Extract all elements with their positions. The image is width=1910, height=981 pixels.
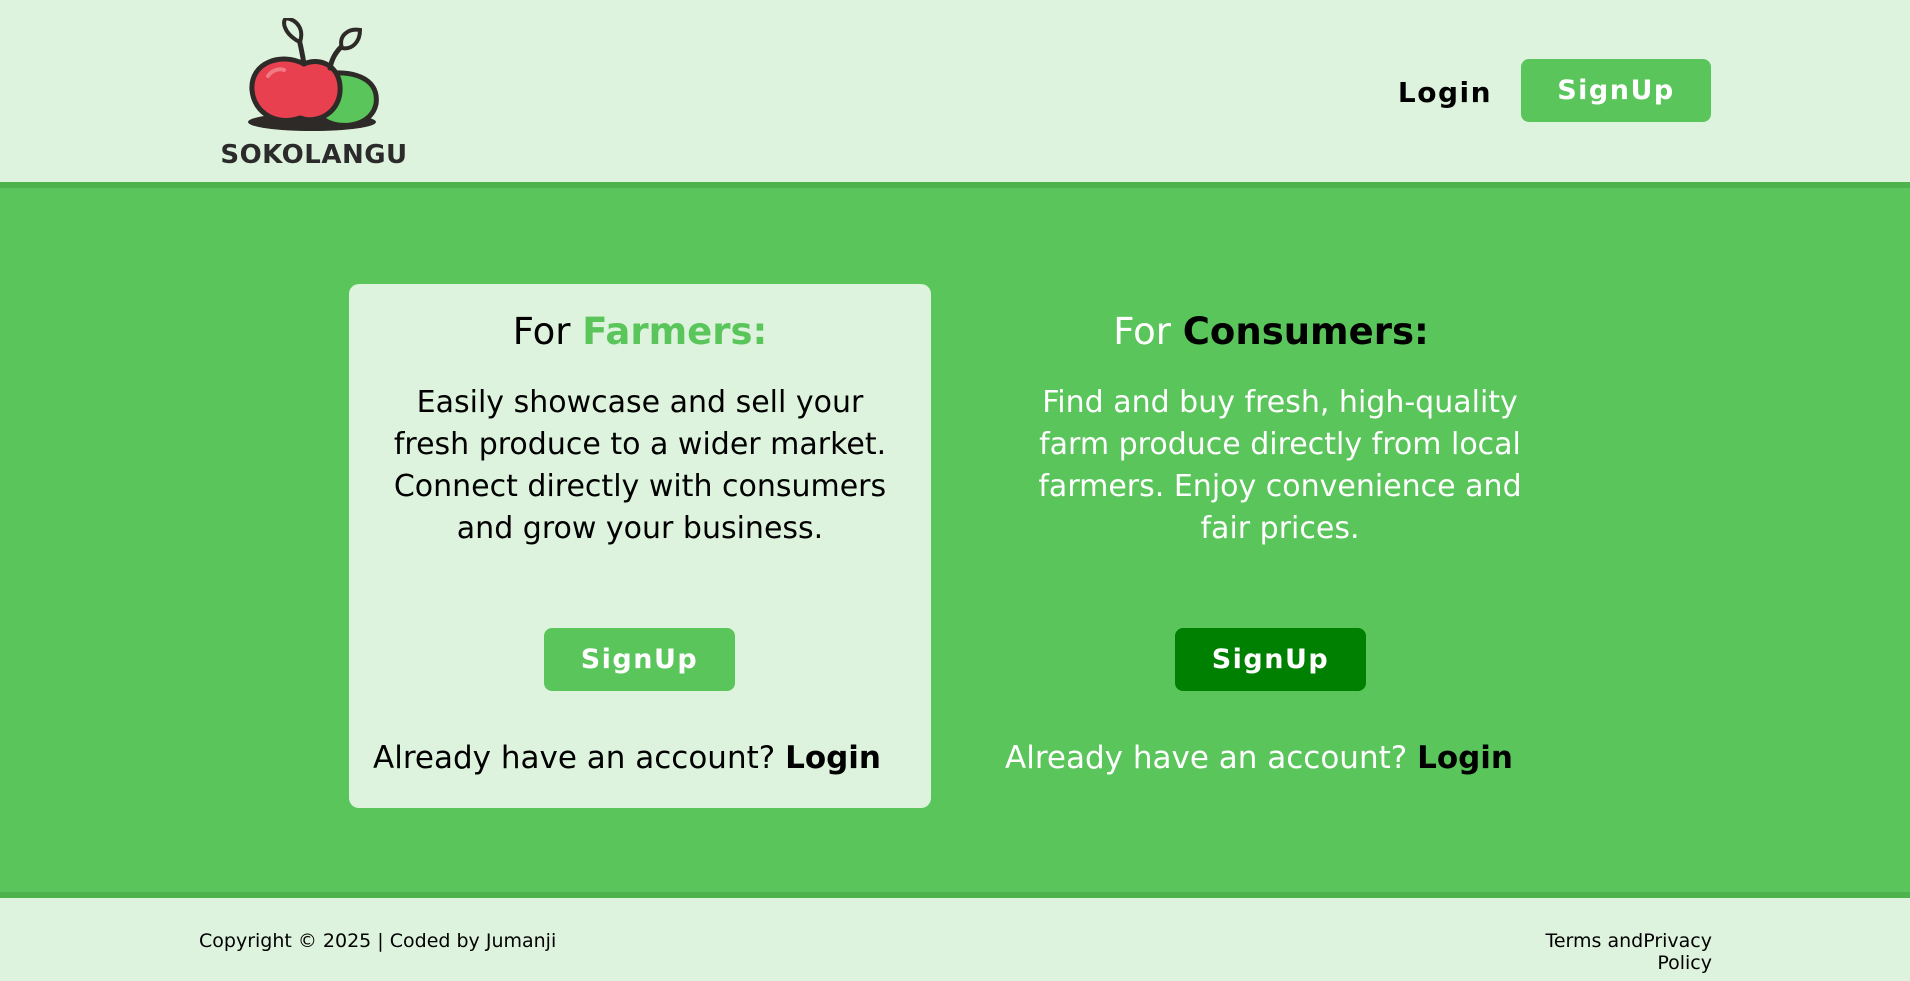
apple-logo-icon: [248, 15, 379, 131]
consumers-signup-button[interactable]: SignUp: [1175, 628, 1366, 691]
site-footer: Copyright © 2025 | Coded by Jumanji Term…: [0, 898, 1910, 981]
farmers-card-title: For Farmers:: [349, 310, 931, 353]
consumers-title-accent: Consumers:: [1182, 310, 1429, 353]
site-logo[interactable]: SOKOLANGU: [208, 15, 420, 170]
farmers-login-link[interactable]: Login: [785, 740, 881, 776]
logo-text: SOKOLANGU: [220, 140, 408, 170]
consumers-already-text: Already have an account?: [1005, 740, 1408, 776]
site-header: SOKOLANGU Login SignUp: [0, 0, 1910, 182]
consumers-login-link[interactable]: Login: [1417, 740, 1513, 776]
farmers-already-text: Already have an account?: [373, 740, 776, 776]
farmers-signup-button[interactable]: SignUp: [544, 628, 735, 691]
farmers-already-account: Already have an account? Login: [373, 740, 913, 776]
farmers-title-accent: Farmers:: [582, 310, 768, 353]
main-section: For Farmers: Easily showcase and sell yo…: [0, 182, 1910, 898]
consumers-card: For Consumers: Find and buy fresh, high-…: [980, 284, 1562, 808]
header-signup-button[interactable]: SignUp: [1521, 59, 1711, 122]
farmers-description: Easily showcase and sell your fresh prod…: [393, 385, 887, 546]
consumers-card-title: For Consumers:: [980, 310, 1562, 353]
consumers-already-account: Already have an account? Login: [1005, 740, 1545, 776]
farmers-card: For Farmers: Easily showcase and sell yo…: [349, 284, 931, 808]
footer-terms-link[interactable]: Terms andPrivacy Policy: [1500, 930, 1712, 974]
header-login-link[interactable]: Login: [1390, 70, 1500, 114]
farmers-title-prefix: For: [512, 310, 571, 353]
consumers-title-prefix: For: [1113, 310, 1172, 353]
consumers-description: Find and buy fresh, high-quality farm pr…: [1038, 385, 1522, 546]
footer-copyright: Copyright © 2025 | Coded by Jumanji: [199, 930, 557, 952]
